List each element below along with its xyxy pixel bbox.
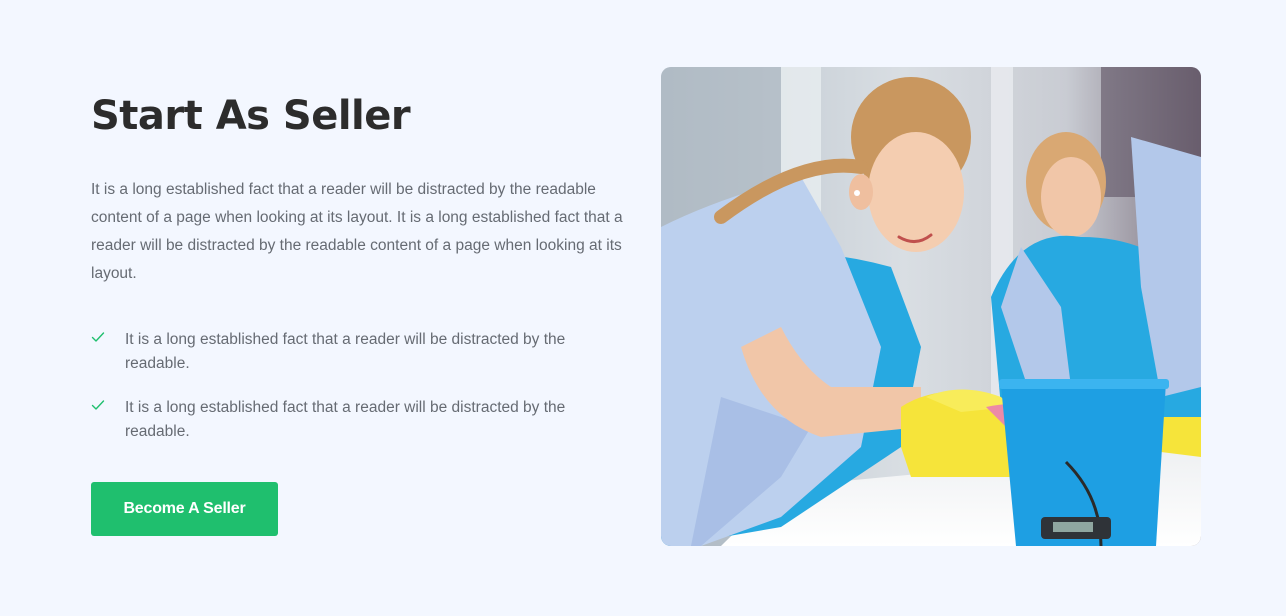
list-item: It is a long established fact that a rea… — [91, 396, 595, 444]
check-icon — [91, 400, 105, 410]
list-item-text: It is a long established fact that a rea… — [125, 331, 566, 372]
list-item-text: It is a long established fact that a rea… — [125, 399, 566, 440]
photo-illustration — [661, 67, 1201, 546]
become-seller-button[interactable]: Become A Seller — [91, 482, 278, 536]
cleaning-workers-photo — [661, 67, 1201, 546]
section-description: It is a long established fact that a rea… — [91, 181, 623, 282]
seller-content: Start As Seller It is a long established… — [91, 90, 636, 536]
list-item: It is a long established fact that a rea… — [91, 328, 595, 376]
section-title: Start As Seller — [91, 93, 411, 139]
feature-list: It is a long established fact that a rea… — [91, 328, 636, 444]
seller-section: Start As Seller It is a long established… — [0, 0, 1286, 616]
check-icon — [91, 332, 105, 342]
